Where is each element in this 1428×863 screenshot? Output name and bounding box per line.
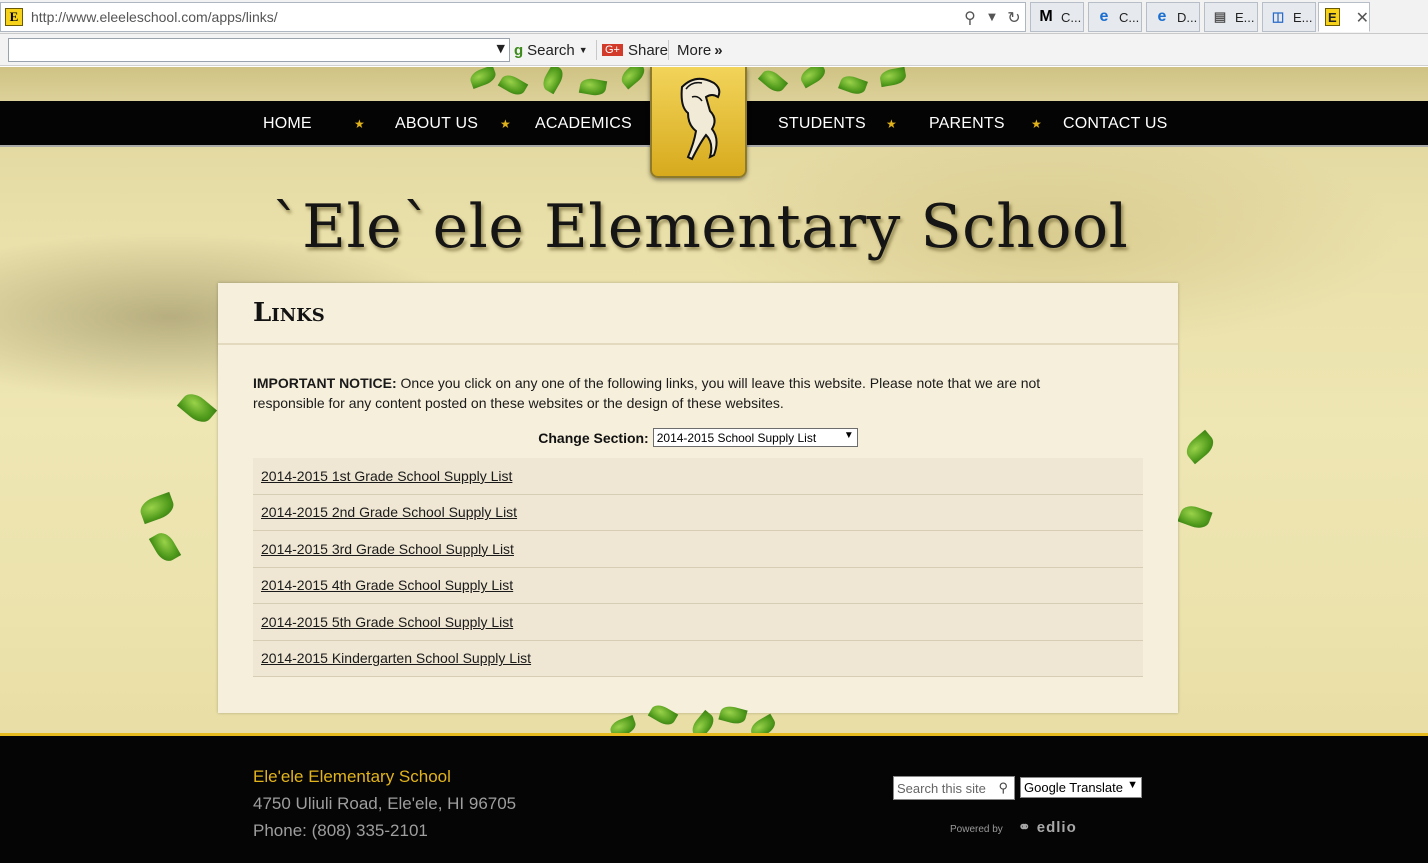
tab-label: E... xyxy=(1235,9,1255,25)
site-e-icon: E xyxy=(1325,8,1340,26)
site-search-input[interactable]: Search this site ⚲ xyxy=(893,776,1015,800)
panel-header: Links xyxy=(218,283,1178,345)
browser-address-row: E http://www.eleeleschool.com/apps/links… xyxy=(0,0,1428,34)
star-icon: ★ xyxy=(500,117,511,131)
chevron-down-icon[interactable]: ▼ xyxy=(497,42,505,55)
leaf-decoration xyxy=(1182,429,1218,465)
share-icon: G+ xyxy=(602,44,623,56)
footer: Ele'ele Elementary School 4750 Uliuli Ro… xyxy=(0,733,1428,863)
nav-contact-us[interactable]: CONTACT US xyxy=(1063,101,1168,147)
toolbar-search-box[interactable]: ▼ xyxy=(8,38,510,62)
edlio-icon: ⚭ xyxy=(1018,819,1032,836)
section-select[interactable]: 2014-2015 School Supply List ▼ xyxy=(652,428,858,447)
toolbar-separator xyxy=(596,40,597,60)
link-list: 2014-2015 1st Grade School Supply List 2… xyxy=(253,458,1143,677)
address-bar[interactable]: E http://www.eleeleschool.com/apps/links… xyxy=(0,2,1026,32)
supply-list-link[interactable]: 2014-2015 2nd Grade School Supply List xyxy=(261,504,517,520)
toolbar-more-label: More xyxy=(677,41,712,59)
leaf-decoration xyxy=(148,529,182,565)
browser-tab[interactable]: ◫ E... xyxy=(1262,2,1316,32)
browser-tab-active[interactable]: E ✕ xyxy=(1318,2,1370,32)
list-item: 2014-2015 5th Grade School Supply List xyxy=(253,604,1143,641)
refresh-icon[interactable]: ↻ xyxy=(1003,6,1025,28)
toolbar-more-button[interactable]: More » xyxy=(677,39,723,61)
browser-tab[interactable]: e D... xyxy=(1146,2,1200,32)
supply-list-link[interactable]: 2014-2015 3rd Grade School Supply List xyxy=(261,541,514,557)
dropdown-arrow-icon[interactable]: ▼ xyxy=(981,6,1003,28)
change-section-row: Change Section: 2014-2015 School Supply … xyxy=(218,428,1178,447)
page-title: Links xyxy=(253,298,325,328)
list-item: 2014-2015 3rd Grade School Supply List xyxy=(253,531,1143,568)
footer-school-name: Ele'ele Elementary School xyxy=(253,767,451,786)
leaf-decoration xyxy=(1177,502,1213,532)
star-icon: ★ xyxy=(1031,117,1042,131)
leaf-decoration xyxy=(137,491,177,525)
ie-icon: e xyxy=(1099,8,1109,25)
powered-by-label: Powered by xyxy=(950,824,1003,835)
toolbar-separator xyxy=(668,40,669,60)
footer-address: 4750 Uliuli Road, Ele'ele, HI 96705 xyxy=(253,794,517,813)
window-icon: ◫ xyxy=(1271,9,1285,24)
list-item: 2014-2015 1st Grade School Supply List xyxy=(253,458,1143,495)
web-page: HOME ★ ABOUT US ★ ACADEMICS STUDENTS ★ P… xyxy=(0,67,1428,863)
notice-text: IMPORTANT NOTICE: Once you click on any … xyxy=(253,373,1113,413)
nav-parents[interactable]: PARENTS xyxy=(929,101,1005,147)
edlio-logo[interactable]: ⚭ edlio xyxy=(1018,818,1077,836)
change-section-label: Change Section: xyxy=(538,429,649,446)
list-item: 2014-2015 4th Grade School Supply List xyxy=(253,567,1143,604)
edlio-text: edlio xyxy=(1036,819,1077,836)
footer-phone: Phone: (808) 335-2101 xyxy=(253,821,428,840)
notice-label: IMPORTANT NOTICE: xyxy=(253,375,397,391)
leaf-decoration xyxy=(176,388,218,428)
nav-students[interactable]: STUDENTS xyxy=(778,101,866,147)
browser-tab[interactable]: e C... xyxy=(1088,2,1142,32)
star-icon: ★ xyxy=(886,117,897,131)
url-text[interactable]: http://www.eleeleschool.com/apps/links/ xyxy=(31,9,959,25)
page-icon: ▤ xyxy=(1213,9,1227,24)
ie-icon: e xyxy=(1157,8,1167,25)
nav-academics[interactable]: ACADEMICS xyxy=(535,101,632,147)
toolbar-search-button[interactable]: g Search ▼ xyxy=(514,39,588,61)
chevron-down-icon: ▼ xyxy=(843,430,854,441)
mustang-logo[interactable] xyxy=(650,67,747,178)
tab-label: D... xyxy=(1177,9,1198,25)
search-icon[interactable]: ⚲ xyxy=(998,780,1008,796)
nav-about-us[interactable]: ABOUT US xyxy=(395,101,478,147)
nav-home[interactable]: HOME xyxy=(263,101,312,147)
star-icon: ★ xyxy=(354,117,365,131)
site-search-placeholder: Search this site xyxy=(897,780,986,796)
im-icon: M xyxy=(1039,8,1053,25)
chevron-down-icon: ▼ xyxy=(578,45,588,55)
double-chevron-icon: » xyxy=(714,41,723,59)
site-favicon-icon: E xyxy=(5,8,23,26)
list-item: 2014-2015 Kindergarten School Supply Lis… xyxy=(253,640,1143,677)
supply-list-link[interactable]: 2014-2015 1st Grade School Supply List xyxy=(261,468,512,484)
toolbar-search-label: Search xyxy=(527,41,575,59)
mustang-icon xyxy=(680,77,721,161)
supply-list-link[interactable]: 2014-2015 4th Grade School Supply List xyxy=(261,577,513,593)
section-select-value: 2014-2015 School Supply List xyxy=(656,430,817,445)
toolbar-share-label: Share xyxy=(627,41,669,59)
toolbar-share-button[interactable]: G+ Share xyxy=(602,39,668,61)
tab-label: C... xyxy=(1061,9,1082,25)
browser-tab[interactable]: M C... xyxy=(1030,2,1084,32)
content-panel: Links IMPORTANT NOTICE: Once you click o… xyxy=(218,283,1178,713)
tab-label: E... xyxy=(1293,9,1313,25)
list-item: 2014-2015 2nd Grade School Supply List xyxy=(253,494,1143,531)
browser-tab[interactable]: ▤ E... xyxy=(1204,2,1258,32)
google-translate-select[interactable]: Google Translate ▼ xyxy=(1020,777,1142,798)
tab-label: C... xyxy=(1119,9,1140,25)
close-icon[interactable]: ✕ xyxy=(1356,8,1369,27)
translate-value: Google Translate xyxy=(1024,780,1124,795)
supply-list-link[interactable]: 2014-2015 Kindergarten School Supply Lis… xyxy=(261,650,531,666)
search-icon[interactable]: ⚲ xyxy=(959,6,981,28)
supply-list-link[interactable]: 2014-2015 5th Grade School Supply List xyxy=(261,614,513,630)
google-icon: g xyxy=(514,41,524,59)
chevron-down-icon: ▼ xyxy=(1127,779,1138,791)
browser-toolbar: ▼ g Search ▼ G+ Share More » xyxy=(0,34,1428,66)
school-title: `Ele`ele Elementary School xyxy=(271,192,1129,262)
